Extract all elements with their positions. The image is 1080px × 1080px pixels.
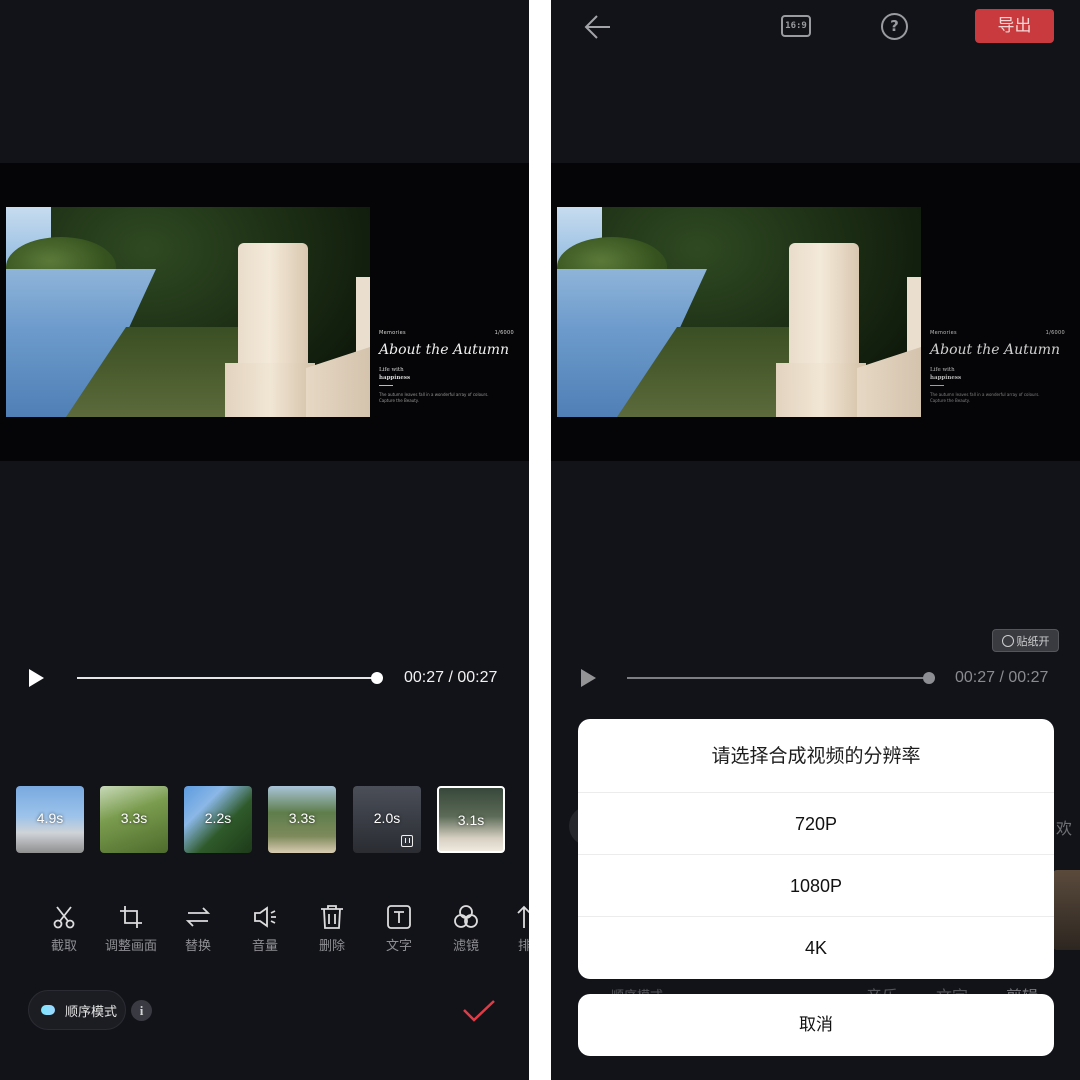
scissors-icon xyxy=(53,906,75,929)
preview-photo xyxy=(6,207,370,417)
play-button[interactable] xyxy=(577,667,599,689)
tool-volume[interactable]: 音量 xyxy=(232,902,298,962)
caption-script-title: About the Autumn xyxy=(379,342,510,358)
sort-icon xyxy=(517,905,529,928)
order-mode-toggle[interactable]: 顺序模式 xyxy=(28,990,126,1030)
play-icon xyxy=(29,669,44,687)
filter-icon xyxy=(454,905,478,928)
progress-track[interactable] xyxy=(77,677,377,679)
preview-caption: Memories 1/6000 About the Autumn Life wit… xyxy=(930,330,1065,404)
clip-thumb-2[interactable]: 3.3s xyxy=(100,786,168,853)
tool-label: 排 xyxy=(518,939,529,954)
time-display: 00:27 / 00:27 xyxy=(955,669,1049,686)
crop-icon xyxy=(120,906,142,928)
clip-duration: 4.9s xyxy=(36,810,64,826)
tool-text[interactable]: 文字 xyxy=(366,902,432,962)
caption-life-2: happiness xyxy=(930,375,962,381)
play-icon xyxy=(581,669,596,687)
play-button[interactable] xyxy=(25,667,47,689)
tool-label: 文字 xyxy=(385,939,412,954)
sticker-icon xyxy=(1001,634,1014,647)
progress-track[interactable] xyxy=(627,677,927,679)
video-preview[interactable]: Memories 1/6000 About the Autumn Life wit… xyxy=(0,163,529,461)
caption-small-2: Capture the Beauty. xyxy=(379,398,419,403)
tool-trim[interactable]: 截取 xyxy=(31,902,97,962)
tool-delete[interactable]: 删除 xyxy=(299,902,365,962)
trash-icon xyxy=(321,905,343,929)
caption-small-2: Capture the Beauty. xyxy=(930,398,970,403)
caption-life-2: happiness xyxy=(379,375,411,381)
tool-sort[interactable]: 排 xyxy=(500,902,529,962)
tool-label: 音量 xyxy=(251,939,278,954)
clip-duration: 3.3s xyxy=(120,810,148,826)
tool-label: 删除 xyxy=(318,939,345,954)
clip-duration: 3.1s xyxy=(457,812,485,828)
option-720p[interactable]: 720P xyxy=(578,793,1054,855)
option-4k[interactable]: 4K xyxy=(578,917,1054,979)
swap-icon xyxy=(185,907,211,927)
resolution-dialog: 请选择合成视频的分辨率 720P 1080P 4K xyxy=(578,719,1054,979)
tool-label: 调整画面 xyxy=(104,939,157,954)
caption-shutter: 1/6000 xyxy=(494,330,514,336)
cancel-button[interactable]: 取消 xyxy=(578,994,1054,1056)
clip-duration: 2.2s xyxy=(204,810,232,826)
background-peek-thumb xyxy=(1053,870,1080,950)
caption-script-title: About the Autumn xyxy=(930,342,1061,358)
caption-memories: Memories xyxy=(379,330,406,336)
clip-duration: 2.0s xyxy=(373,810,401,826)
tool-adjust-frame[interactable]: 调整画面 xyxy=(98,902,164,962)
clip-thumb-3[interactable]: 2.2s xyxy=(184,786,252,853)
mode-icon xyxy=(41,1005,55,1015)
sticker-toggle-button[interactable]: 贴纸开 xyxy=(992,629,1059,652)
preview-photo xyxy=(557,207,921,417)
caption-life-1: Life with xyxy=(379,367,404,373)
caption-shutter: 1/6000 xyxy=(1045,330,1065,336)
info-icon[interactable]: i xyxy=(131,1000,152,1021)
editor-screen: Memories 1/6000 About the Autumn Life wit… xyxy=(0,0,529,1080)
background-peek-text: 欢 xyxy=(1056,819,1073,838)
tool-label: 替换 xyxy=(184,939,211,954)
tool-filter[interactable]: 滤镜 xyxy=(433,902,499,962)
progress-knob[interactable] xyxy=(923,672,935,684)
film-icon xyxy=(401,835,413,847)
confirm-button[interactable] xyxy=(462,998,496,1024)
mode-label: 顺序模式 xyxy=(65,1004,118,1020)
clip-thumb-4[interactable]: 3.3s xyxy=(268,786,336,853)
back-button[interactable] xyxy=(583,12,613,42)
dialog-title: 请选择合成视频的分辨率 xyxy=(578,719,1054,793)
checkmark-icon xyxy=(463,1000,495,1022)
progress-knob[interactable] xyxy=(371,672,383,684)
export-screen: 16:9 ? 导出 Memories 1/6000 About the Autum… xyxy=(551,0,1080,1080)
help-icon[interactable]: ? xyxy=(881,13,908,40)
volume-icon xyxy=(254,906,276,928)
arrow-left-icon xyxy=(584,15,610,39)
preview-caption: Memories 1/6000 About the Autumn Life wit… xyxy=(379,330,514,404)
aspect-ratio-button[interactable]: 16:9 xyxy=(781,15,811,37)
tool-label: 滤镜 xyxy=(452,939,479,954)
clip-duration: 3.3s xyxy=(288,810,316,826)
clip-thumb-6[interactable]: 3.1s xyxy=(437,786,505,853)
export-button[interactable]: 导出 xyxy=(975,9,1054,43)
tool-label: 截取 xyxy=(50,939,77,954)
text-icon xyxy=(387,905,411,929)
caption-life-1: Life with xyxy=(930,367,955,373)
caption-memories: Memories xyxy=(930,330,957,336)
sticker-toggle-label: 贴纸开 xyxy=(1016,634,1050,648)
video-preview[interactable]: Memories 1/6000 About the Autumn Life wit… xyxy=(551,163,1080,461)
time-display: 00:27 / 00:27 xyxy=(404,669,498,686)
clip-thumb-5[interactable]: 2.0s xyxy=(353,786,421,853)
clip-thumb-1[interactable]: 4.9s xyxy=(16,786,84,853)
option-1080p[interactable]: 1080P xyxy=(578,855,1054,917)
tool-replace[interactable]: 替换 xyxy=(165,902,231,962)
